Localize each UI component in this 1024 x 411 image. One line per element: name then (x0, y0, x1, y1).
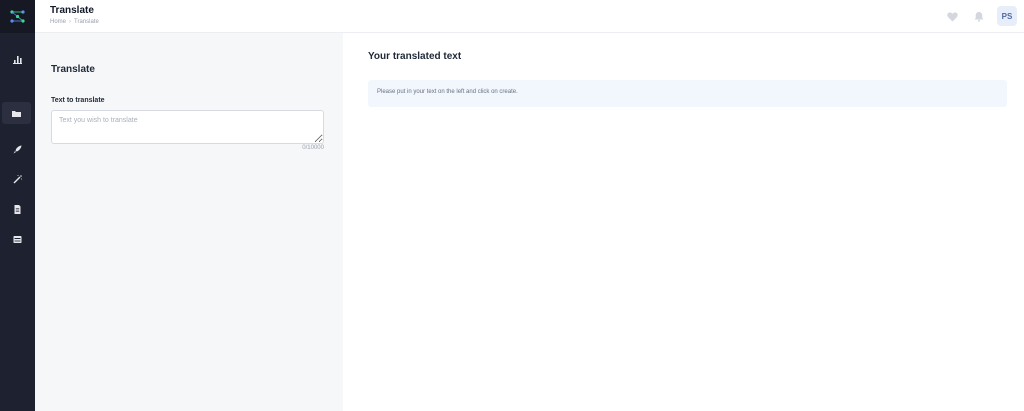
sidebar (0, 0, 35, 411)
translated-text-title: Your translated text (368, 51, 462, 62)
sidebar-item-launch[interactable] (0, 138, 35, 160)
page-title: Translate (50, 5, 94, 16)
heart-icon (947, 11, 958, 21)
bell-icon (974, 12, 983, 22)
sidebar-item-templates[interactable] (0, 228, 35, 250)
document-icon (14, 204, 21, 214)
breadcrumb-home[interactable]: Home (50, 19, 66, 25)
sidebar-item-magic[interactable] (0, 168, 35, 190)
text-to-translate-input[interactable] (51, 110, 324, 144)
top-header: Translate Home › Translate PS (35, 0, 1024, 33)
notifications-button[interactable] (973, 11, 984, 22)
app-logo[interactable] (0, 0, 35, 33)
sidebar-item-documents[interactable] (0, 198, 35, 220)
breadcrumb-separator: › (69, 19, 72, 25)
user-avatar[interactable]: PS (997, 6, 1017, 26)
sidebar-item-analytics[interactable] (0, 48, 35, 70)
character-counter: 0/10000 (302, 145, 324, 151)
favorites-button[interactable] (947, 11, 958, 22)
magic-wand-icon (13, 174, 22, 183)
chart-icon (13, 55, 22, 64)
translation-result-box: Please put in your text on the left and … (368, 80, 1007, 107)
text-to-translate-label: Text to translate (51, 97, 105, 104)
rocket-icon (13, 145, 22, 153)
breadcrumb-current: Translate (74, 19, 99, 25)
folder-icon (12, 110, 21, 117)
sidebar-item-files[interactable] (2, 102, 31, 124)
input-panel: Translate Text to translate 0/10000 (35, 33, 343, 411)
result-placeholder-message: Please put in your text on the left and … (377, 89, 518, 95)
logo-icon (10, 10, 25, 23)
breadcrumb: Home › Translate (50, 19, 99, 25)
window-icon (13, 235, 22, 243)
panel-title: Translate (51, 64, 95, 75)
